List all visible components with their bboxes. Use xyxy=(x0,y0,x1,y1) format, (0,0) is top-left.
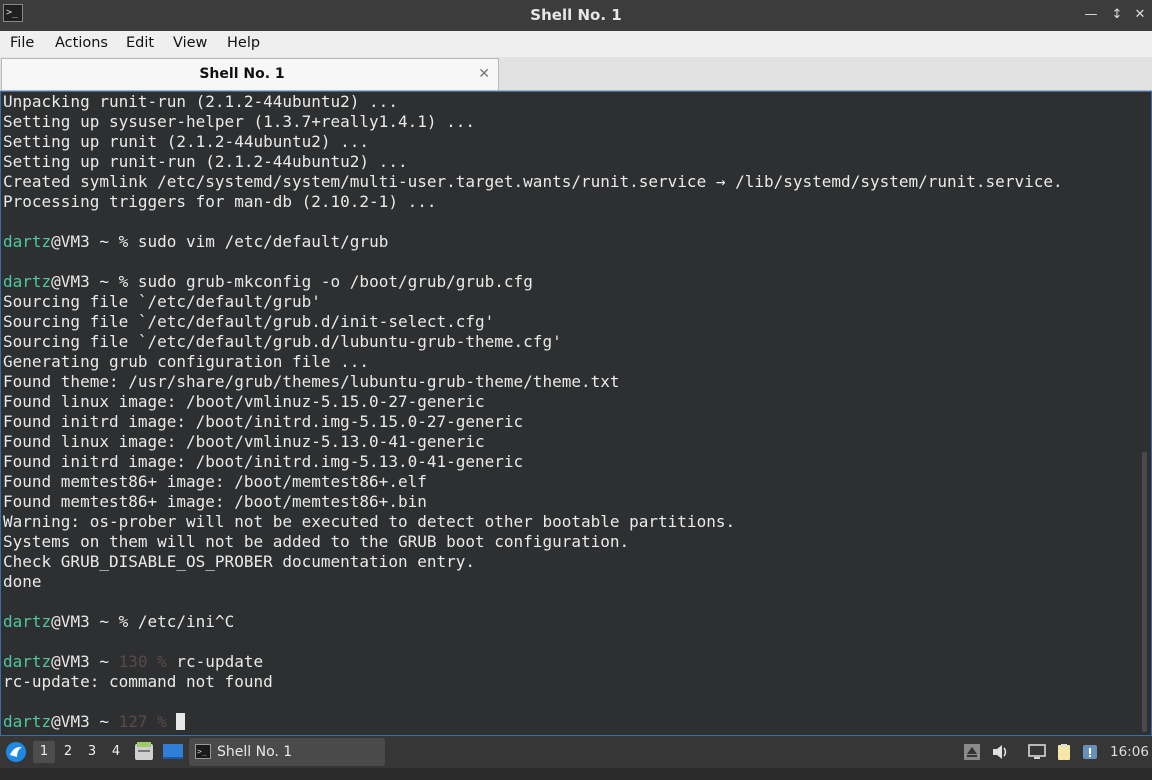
prompt-exit-status: 130 xyxy=(118,652,158,671)
output-line xyxy=(3,632,1063,652)
output-line xyxy=(3,212,1063,232)
output-line: Setting up sysuser-helper (1.3.7+really1… xyxy=(3,112,476,131)
prompt-user: dartz xyxy=(3,232,52,251)
desktop-3-button[interactable]: 3 xyxy=(81,741,103,763)
output-line: Found initrd image: /boot/initrd.img-5.1… xyxy=(3,412,524,431)
output-line xyxy=(3,692,1063,712)
output-line: Found linux image: /boot/vmlinuz-5.13.0-… xyxy=(3,432,485,451)
output-line: Sourcing file `/etc/default/grub' xyxy=(3,292,321,311)
output-line: Found initrd image: /boot/initrd.img-5.1… xyxy=(3,452,524,471)
menu-view[interactable]: View xyxy=(173,31,207,57)
tab-bar: Shell No. 1 ✕ xyxy=(0,57,1152,91)
output-line: Setting up runit-run (2.1.2-44ubuntu2) .… xyxy=(3,152,408,171)
menu-bar: File Actions Edit View Help xyxy=(0,31,1152,57)
window-title: Shell No. 1 xyxy=(530,6,622,24)
desktop-1-button[interactable]: 1 xyxy=(33,741,55,763)
output-line: Found memtest86+ image: /boot/memtest86+… xyxy=(3,472,427,491)
close-button[interactable]: ✕ xyxy=(1130,5,1150,25)
output-line: Processing triggers for man-db (2.10.2-1… xyxy=(3,192,437,211)
start-menu-button[interactable] xyxy=(5,736,27,768)
prompt-user: dartz xyxy=(3,712,52,731)
text-cursor xyxy=(176,713,186,730)
window-titlebar[interactable]: >_ Shell No. 1 — ↕ ✕ xyxy=(0,0,1152,32)
output-line: Found memtest86+ image: /boot/memtest86+… xyxy=(3,492,427,511)
prompt-symbol: % xyxy=(118,272,138,291)
tray-up-arrow-icon[interactable] xyxy=(963,743,981,761)
prompt-symbol: % xyxy=(118,612,138,631)
output-line: Sourcing file `/etc/default/grub.d/init-… xyxy=(3,312,495,331)
prompt-exit-status: 127 xyxy=(118,712,158,731)
prompt-host: @VM3 ~ xyxy=(51,232,119,251)
prompt-line: dartz@VM3 ~ % sudo grub-mkconfig -o /boo… xyxy=(3,272,1063,292)
tab-shell-1[interactable]: Shell No. 1 ✕ xyxy=(1,58,499,90)
output-line xyxy=(3,592,1063,612)
task-label: Shell No. 1 xyxy=(217,744,293,760)
file-manager-icon xyxy=(135,742,153,760)
prompt-line: dartz@VM3 ~ % /etc/ini^C xyxy=(3,612,1063,632)
clock[interactable]: 16:06 xyxy=(1110,736,1149,768)
terminal-task-icon: >_ xyxy=(195,744,211,759)
prompt-symbol: % xyxy=(157,712,177,731)
taskbar: 1 2 3 4 >_ Shell No. 1 16:06 xyxy=(0,736,1152,768)
prompt-host: @VM3 ~ xyxy=(51,612,119,631)
maximize-button[interactable]: ↕ xyxy=(1107,5,1127,25)
prompt-symbol: % xyxy=(118,232,138,251)
terminal-view[interactable]: Unpacking runit-run (2.1.2-44ubuntu2) ..… xyxy=(0,91,1152,736)
lubuntu-logo-icon xyxy=(6,742,26,762)
prompt-user: dartz xyxy=(3,612,52,631)
output-line: rc-update: command not found xyxy=(3,672,273,691)
prompt-command: rc-update xyxy=(176,652,264,671)
output-line: Check GRUB_DISABLE_OS_PROBER documentati… xyxy=(3,552,476,571)
show-desktop-icon xyxy=(163,744,183,759)
output-line: Warning: os-prober will not be executed … xyxy=(3,512,736,531)
output-line: Created symlink /etc/systemd/system/mult… xyxy=(3,172,1063,191)
network-icon[interactable] xyxy=(1028,743,1046,761)
output-line xyxy=(3,252,1063,272)
prompt-line: dartz@VM3 ~ 127 % xyxy=(3,712,1063,732)
clipboard-icon[interactable] xyxy=(1055,743,1073,761)
prompt-symbol: % xyxy=(157,652,177,671)
prompt-host: @VM3 ~ xyxy=(51,652,119,671)
menu-file[interactable]: File xyxy=(10,31,34,57)
prompt-line: dartz@VM3 ~ % sudo vim /etc/default/grub xyxy=(3,232,1063,252)
output-line: done xyxy=(3,572,42,591)
taskbar-task-shell[interactable]: >_ Shell No. 1 xyxy=(189,738,385,766)
prompt-user: dartz xyxy=(3,272,52,291)
menu-edit[interactable]: Edit xyxy=(126,31,154,57)
prompt-host: @VM3 ~ xyxy=(51,712,119,731)
output-line: Generating grub configuration file ... xyxy=(3,352,370,371)
output-line: Found linux image: /boot/vmlinuz-5.15.0-… xyxy=(3,392,485,411)
output-line: Unpacking runit-run (2.1.2-44ubuntu2) ..… xyxy=(3,92,398,111)
tab-close-icon[interactable]: ✕ xyxy=(478,64,490,84)
desktop-2-button[interactable]: 2 xyxy=(57,741,79,763)
output-line: Sourcing file `/etc/default/grub.d/lubun… xyxy=(3,332,562,351)
prompt-command: sudo grub-mkconfig -o /boot/grub/grub.cf… xyxy=(137,272,533,291)
output-line: Found theme: /usr/share/grub/themes/lubu… xyxy=(3,372,620,391)
output-line: Systems on them will not be added to the… xyxy=(3,532,630,551)
menu-actions[interactable]: Actions xyxy=(55,31,108,57)
prompt-command: /etc/ini^C xyxy=(137,612,235,631)
desktop-4-button[interactable]: 4 xyxy=(105,741,127,763)
output-line: Setting up runit (2.1.2-44ubuntu2) ... xyxy=(3,132,370,151)
notification-icon[interactable] xyxy=(1081,743,1099,761)
tab-label: Shell No. 1 xyxy=(199,66,285,82)
minimize-button[interactable]: — xyxy=(1081,5,1101,25)
prompt-host: @VM3 ~ xyxy=(51,272,119,291)
show-desktop-button[interactable] xyxy=(162,736,184,768)
volume-icon[interactable] xyxy=(991,743,1009,761)
prompt-user: dartz xyxy=(3,652,52,671)
file-manager-launcher[interactable] xyxy=(134,736,154,768)
terminal-scrollbar[interactable] xyxy=(1142,452,1147,732)
prompt-command: sudo vim /etc/default/grub xyxy=(137,232,389,251)
terminal-output: Unpacking runit-run (2.1.2-44ubuntu2) ..… xyxy=(3,92,1063,732)
menu-help[interactable]: Help xyxy=(227,31,260,57)
prompt-line: dartz@VM3 ~ 130 % rc-update xyxy=(3,652,1063,672)
